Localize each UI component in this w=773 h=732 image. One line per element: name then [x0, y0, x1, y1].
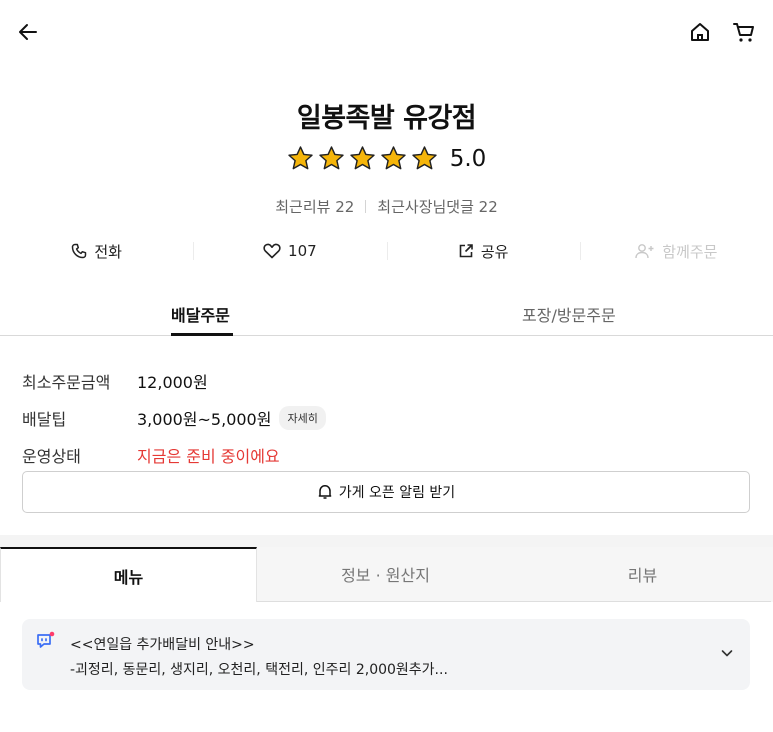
tab-info-origin[interactable]: 정보 · 원산지 [257, 547, 514, 602]
heart-icon [263, 243, 281, 259]
star-icon [349, 146, 375, 170]
delivery-tip-row: 배달팁 3,000원~5,000원 자세히 [22, 399, 752, 436]
group-order-label: 함께주문 [662, 242, 718, 261]
tab-delivery-order[interactable]: 배달주문 [0, 286, 386, 336]
call-label: 전화 [94, 242, 122, 261]
tab-reviews[interactable]: 리뷰 [514, 547, 771, 602]
star-icon [287, 146, 313, 170]
min-order-value: 12,000원 [137, 372, 208, 392]
store-name: 일봉족발 유강점 [296, 103, 477, 134]
store-info: 최소주문금액 12,000원 배달팁 3,000원~5,000원 자세히 운영상… [22, 362, 752, 473]
back-button[interactable] [14, 18, 42, 46]
status-value: 지금은 준비 중이에요 [137, 446, 280, 466]
top-bar [0, 0, 773, 64]
delivery-tip-detail-button[interactable]: 자세히 [279, 405, 326, 430]
delivery-tip-value: 3,000원~5,000원 [137, 409, 272, 429]
rating-row: 5.0 [0, 145, 773, 172]
notice-chat-icon [37, 631, 55, 648]
tab-menu[interactable]: 메뉴 [0, 547, 257, 602]
share-label: 공유 [480, 242, 509, 261]
action-row: 전화 107 공유 함께주문 [0, 234, 773, 268]
status-label: 운영상태 [22, 446, 81, 466]
star-icon [318, 146, 344, 170]
notice-banner[interactable]: <<연일읍 추가배달비 안내>> -괴정리, 동문리, 생지리, 오천리, 택전… [22, 619, 750, 690]
share-icon [459, 244, 473, 258]
section-divider [0, 535, 773, 547]
min-order-row: 최소주문금액 12,000원 [22, 362, 752, 399]
star-icon [411, 146, 437, 170]
rating-stars [287, 145, 438, 172]
home-button[interactable] [686, 18, 714, 46]
delivery-tip-label: 배달팁 [22, 409, 67, 429]
recent-owner-replies-link[interactable]: 최근사장님댓글 22 [377, 196, 497, 217]
chevron-down-icon[interactable] [719, 645, 735, 661]
notify-button-label: 가게 오픈 알림 받기 [338, 485, 456, 501]
group-order-button[interactable]: 함께주문 [579, 234, 773, 268]
min-order-label: 최소주문금액 [22, 372, 111, 392]
notice-text: -괴정리, 동문리, 생지리, 오천리, 택전리, 인주리 2,000원추가..… [70, 662, 448, 678]
phone-icon [72, 243, 87, 259]
recent-reviews-link[interactable]: 최근리뷰 22 [275, 196, 354, 217]
like-count: 107 [288, 242, 317, 260]
rating-value: 5.0 [449, 145, 487, 172]
divider [365, 200, 367, 213]
like-button[interactable]: 107 [193, 234, 386, 268]
arrow-left-icon [19, 24, 37, 40]
order-type-tabs: 배달주문 포장/방문주문 [0, 286, 773, 336]
open-notification-button[interactable]: 가게 오픈 알림 받기 [22, 471, 750, 513]
home-icon [691, 23, 709, 41]
status-row: 운영상태 지금은 준비 중이에요 [22, 436, 752, 473]
review-summary: 최근리뷰 22 최근사장님댓글 22 [0, 196, 773, 217]
main-tabs: 메뉴 정보 · 원산지 리뷰 [0, 547, 773, 602]
call-button[interactable]: 전화 [0, 234, 193, 268]
star-icon [380, 146, 406, 170]
notice-title: <<연일읍 추가배달비 안내>> [70, 637, 255, 653]
tab-pickup-order[interactable]: 포장/방문주문 [386, 286, 772, 335]
cart-button[interactable] [730, 18, 758, 46]
bell-icon [318, 485, 331, 499]
share-button[interactable]: 공유 [386, 234, 580, 268]
cart-icon [733, 23, 754, 42]
add-user-icon [635, 244, 654, 259]
